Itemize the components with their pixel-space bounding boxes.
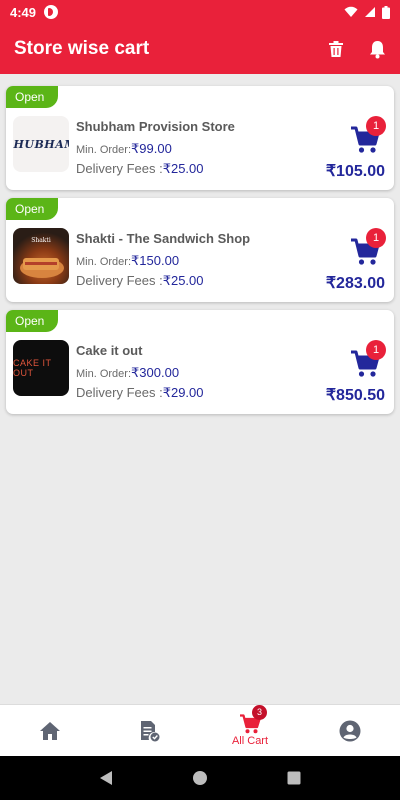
bell-icon[interactable]: [369, 40, 386, 59]
cart-total: ₹283.00: [325, 275, 385, 292]
min-order: Min. Order:₹300.00: [76, 365, 180, 380]
store-cart-card[interactable]: Open CAKE IT OUT Cake it out Min. Order:…: [6, 310, 394, 414]
app-bar: Store wise cart: [0, 24, 400, 74]
page-title: Store wise cart: [14, 38, 150, 59]
store-name: Shubham Provision Store: [76, 119, 235, 134]
store-cart-card[interactable]: Open Shakti Shakti - The Sandwich Shop M…: [6, 198, 394, 302]
open-status-badge: Open: [6, 86, 59, 108]
min-order: Min. Order:₹150.00: [76, 253, 180, 268]
signal-icon: [365, 7, 375, 17]
wifi-icon: [344, 6, 358, 17]
delivery-fees: Delivery Fees :₹25.00: [76, 273, 204, 288]
store-name: Shakti - The Sandwich Shop: [76, 231, 251, 246]
svg-text:Shakti: Shakti: [31, 237, 51, 244]
system-navigation-bar: [0, 756, 400, 800]
delete-icon[interactable]: [329, 41, 343, 57]
nav-orders[interactable]: [100, 705, 200, 756]
store-cart-card[interactable]: Open SHUBHAM Shubham Provision Store Min…: [6, 86, 394, 190]
orders-icon: [141, 720, 160, 741]
home-circle-icon[interactable]: [192, 770, 208, 786]
status-time: 4:49: [10, 4, 37, 20]
cart-count-badge: 1: [366, 340, 386, 360]
recents-icon[interactable]: [287, 771, 301, 785]
delivery-fees: Delivery Fees :₹25.00: [76, 161, 204, 176]
store-name: Cake it out: [76, 343, 143, 358]
cart-badge: 3: [252, 705, 267, 720]
store-logo: Shakti: [13, 228, 69, 284]
cart-count-badge: 1: [366, 116, 386, 136]
profile-icon: [339, 720, 361, 741]
delivery-fees: Delivery Fees :₹29.00: [76, 385, 204, 400]
cart-total: ₹850.50: [325, 387, 385, 404]
status-bar: 4:49: [0, 0, 400, 24]
nav-all-cart[interactable]: All Cart 3: [200, 705, 300, 756]
bottom-nav: All Cart 3: [0, 704, 400, 756]
status-icons: [344, 5, 390, 19]
min-order: Min. Order:₹99.00: [76, 141, 172, 156]
back-icon[interactable]: [99, 770, 113, 786]
open-status-badge: Open: [6, 310, 59, 332]
cart-total: ₹105.00: [325, 163, 385, 180]
store-logo: SHUBHAM: [13, 116, 69, 172]
nav-all-cart-label: All Cart: [231, 735, 269, 747]
store-logo: CAKE IT OUT: [13, 340, 69, 396]
cart-count-badge: 1: [366, 228, 386, 248]
nav-profile[interactable]: [300, 705, 400, 756]
home-icon: [40, 721, 60, 740]
store-cart-list: Open SHUBHAM Shubham Provision Store Min…: [6, 86, 394, 422]
open-status-badge: Open: [6, 198, 59, 220]
app-notification-icon: [44, 5, 59, 19]
nav-home[interactable]: [0, 705, 100, 756]
battery-icon: [382, 5, 390, 19]
